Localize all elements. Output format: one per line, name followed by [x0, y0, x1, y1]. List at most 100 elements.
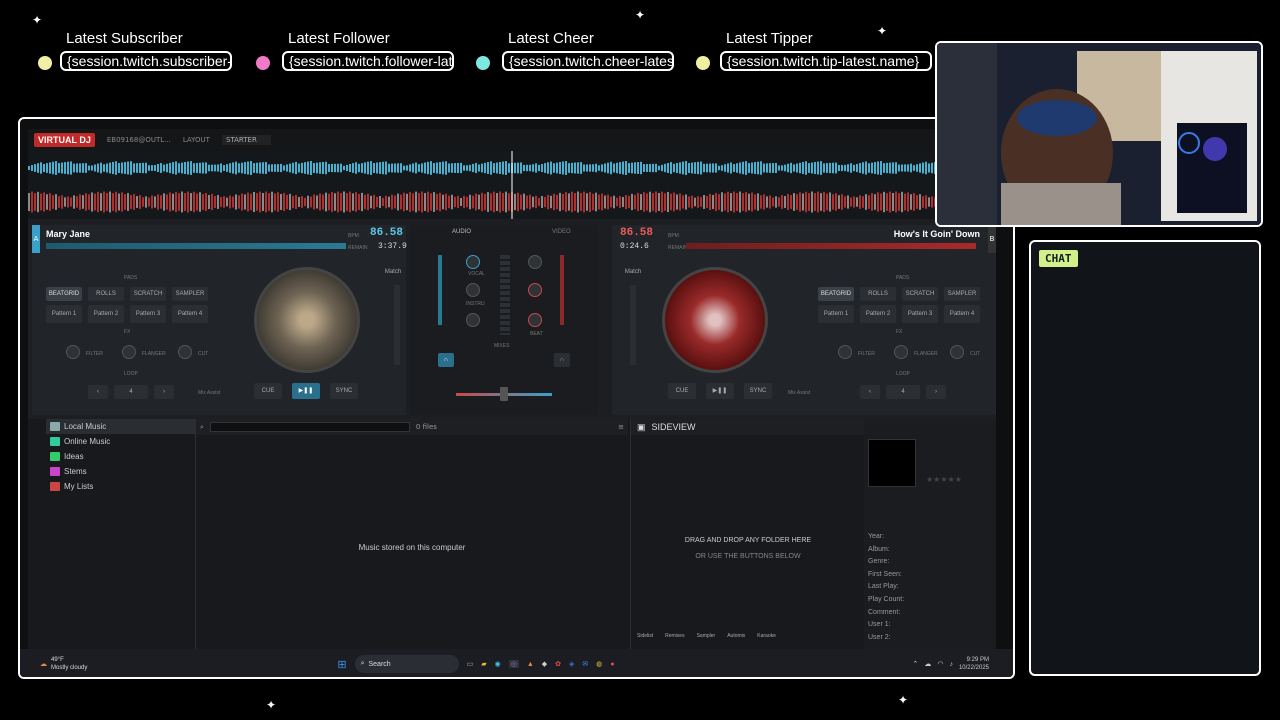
- mixer-audio-tab[interactable]: AUDIO: [452, 229, 471, 235]
- pad-mode-sampler[interactable]: SAMPLER: [172, 287, 208, 301]
- rating-stars[interactable]: ★★★★★: [926, 475, 962, 484]
- waveform-bar: [211, 193, 213, 211]
- tree-item-local-music[interactable]: Local Music: [46, 419, 195, 434]
- tree-item-online-music[interactable]: Online Music: [46, 434, 195, 449]
- edge-icon[interactable]: ◉: [495, 660, 501, 668]
- deck-a-beat-knob[interactable]: [466, 313, 480, 327]
- loop-size[interactable]: 4: [886, 385, 920, 399]
- chrome-icon[interactable]: ◍: [596, 660, 602, 668]
- pad-mode-scratch[interactable]: SCRATCH: [902, 287, 938, 301]
- waveform-bar: [655, 191, 657, 213]
- weather-widget[interactable]: ☁ 49°F Mostly cloudy: [40, 656, 87, 672]
- deck-b-play-button[interactable]: ▶❚❚: [706, 383, 734, 399]
- cloud-icon[interactable]: ☁: [924, 660, 931, 668]
- fx-flanger-knob[interactable]: [894, 345, 908, 359]
- deck-b-cue-button[interactable]: CUE: [668, 383, 696, 399]
- file-explorer-icon[interactable]: ▰: [481, 660, 486, 668]
- karaoke-tab[interactable]: Karaoke: [757, 633, 776, 639]
- waveform-bar: [553, 163, 555, 173]
- deck-b-sync-button[interactable]: SYNC: [744, 383, 772, 399]
- pad-pattern-1[interactable]: Pattern 1: [818, 305, 854, 323]
- fx-cut-knob[interactable]: [178, 345, 192, 359]
- task-view-icon[interactable]: ▭: [467, 660, 474, 668]
- search-input[interactable]: [209, 422, 410, 432]
- match-button[interactable]: Match: [380, 265, 406, 279]
- pad-mode-beatgrid[interactable]: BEATGRID: [46, 287, 82, 301]
- deck-a-headphone-icon[interactable]: ∩: [438, 353, 454, 367]
- deck-a-play-button[interactable]: ▶❚❚: [292, 383, 320, 399]
- pad-mode-rolls[interactable]: ROLLS: [860, 287, 896, 301]
- deck-a-vocal-knob[interactable]: [466, 255, 480, 269]
- deck-a-pitch-slider[interactable]: [394, 285, 400, 365]
- pad-pattern-4[interactable]: Pattern 4: [944, 305, 980, 323]
- deck-a-platter[interactable]: [254, 267, 360, 373]
- pad-pattern-3[interactable]: Pattern 3: [902, 305, 938, 323]
- deck-a-sync-button[interactable]: SYNC: [330, 383, 358, 399]
- chevron-up-icon[interactable]: ⌃: [912, 660, 918, 668]
- deck-b-beat-knob[interactable]: [528, 313, 542, 327]
- remixes-tab[interactable]: Remixes: [665, 633, 684, 639]
- mix-assist-label[interactable]: Mix Assist: [198, 390, 220, 396]
- deck-a-instru-knob[interactable]: [466, 283, 480, 297]
- automix-tab[interactable]: Automix: [727, 633, 745, 639]
- deck-a-cue-button[interactable]: CUE: [254, 383, 282, 399]
- pad-pattern-1[interactable]: Pattern 1: [46, 305, 82, 323]
- crossfader-handle[interactable]: [500, 387, 508, 401]
- match-button[interactable]: Match: [620, 265, 646, 279]
- pad-mode-rolls[interactable]: ROLLS: [88, 287, 124, 301]
- loop-next-button[interactable]: ›: [154, 385, 174, 399]
- fx-cut-knob[interactable]: [950, 345, 964, 359]
- waveform-bar: [769, 195, 771, 209]
- pad-pattern-2[interactable]: Pattern 2: [860, 305, 896, 323]
- pad-pattern-2[interactable]: Pattern 2: [88, 305, 124, 323]
- waveform-bar: [178, 193, 180, 211]
- file-list: ⌕ 0 files ≡ Music stored on this compute…: [196, 419, 628, 649]
- waveform-bar: [160, 163, 162, 173]
- app-icon[interactable]: ◆: [542, 660, 547, 668]
- pad-mode-scratch[interactable]: SCRATCH: [130, 287, 166, 301]
- mix-assist-label[interactable]: Mix Assist: [788, 390, 810, 396]
- app-icon[interactable]: ▲: [527, 661, 534, 668]
- search-icon: ⌕: [200, 422, 204, 431]
- waveform-bar: [598, 165, 600, 171]
- mixer-video-tab[interactable]: VIDEO: [552, 229, 571, 235]
- deck-a-progress[interactable]: [46, 243, 346, 249]
- deck-b-platter[interactable]: [662, 267, 768, 373]
- deck-b-pitch-slider[interactable]: [630, 285, 636, 365]
- deck-b-vocal-knob[interactable]: [528, 255, 542, 269]
- app-icon[interactable]: ✿: [555, 660, 561, 668]
- taskbar-search[interactable]: ⌕ Search: [354, 655, 459, 673]
- deck-b-instru-knob[interactable]: [528, 283, 542, 297]
- user-account[interactable]: EB09168@OUTL...: [107, 136, 171, 144]
- pad-pattern-4[interactable]: Pattern 4: [172, 305, 208, 323]
- sampler-tab[interactable]: Sampler: [697, 633, 716, 639]
- volume-icon[interactable]: ♪: [949, 661, 953, 668]
- tree-item-my-lists[interactable]: My Lists: [46, 479, 195, 494]
- mail-icon[interactable]: ✉: [582, 660, 588, 668]
- virtualdj-taskbar-icon[interactable]: ●: [610, 661, 614, 668]
- pad-mode-beatgrid[interactable]: BEATGRID: [818, 287, 854, 301]
- deck-b-progress[interactable]: [686, 243, 976, 249]
- loop-size[interactable]: 4: [114, 385, 148, 399]
- deck-b-headphone-icon[interactable]: ∩: [554, 353, 570, 367]
- menu-icon[interactable]: ≡: [618, 423, 624, 431]
- wifi-icon[interactable]: ◠: [937, 660, 943, 668]
- waveform-bar: [493, 191, 495, 213]
- discord-icon[interactable]: ◎: [508, 660, 519, 668]
- pad-mode-sampler[interactable]: SAMPLER: [944, 287, 980, 301]
- windows-start-icon[interactable]: ⊞: [337, 658, 346, 671]
- loop-prev-button[interactable]: ‹: [88, 385, 108, 399]
- tree-item-stems[interactable]: Stems: [46, 464, 195, 479]
- system-clock[interactable]: 9:29 PM 10/22/2025: [959, 656, 989, 672]
- loop-next-button[interactable]: ›: [926, 385, 946, 399]
- tree-item-ideas[interactable]: Ideas: [46, 449, 195, 464]
- loop-prev-button[interactable]: ‹: [860, 385, 880, 399]
- fx-flanger-knob[interactable]: [122, 345, 136, 359]
- pad-pattern-3[interactable]: Pattern 3: [130, 305, 166, 323]
- fx-filter-knob[interactable]: [66, 345, 80, 359]
- layout-select[interactable]: STARTER: [221, 135, 271, 145]
- sidelist-tab[interactable]: Sidelist: [637, 633, 653, 639]
- app-icon[interactable]: ◈: [569, 660, 574, 668]
- waveform-bar: [28, 166, 30, 170]
- fx-filter-knob[interactable]: [838, 345, 852, 359]
